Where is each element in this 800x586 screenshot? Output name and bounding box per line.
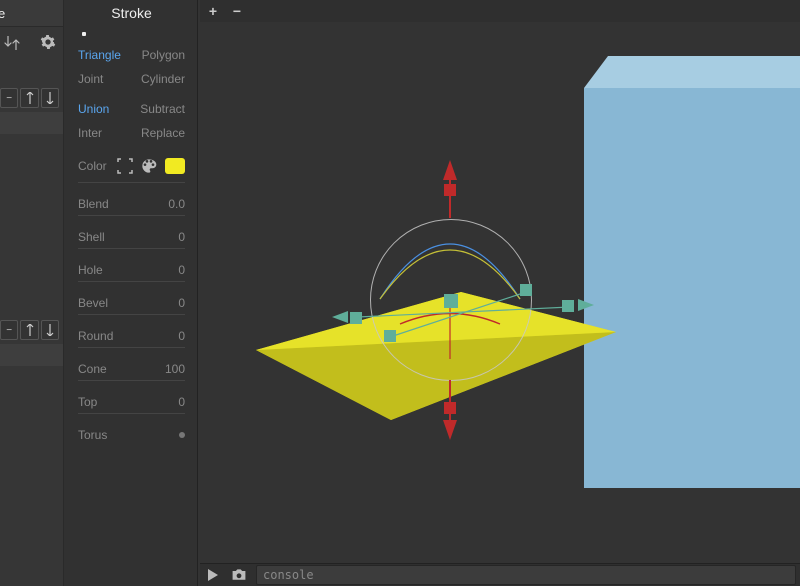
minus-button[interactable]: − — [0, 88, 18, 108]
param-blend[interactable]: Blend 0.0 — [78, 197, 185, 216]
panel-title: Stroke — [78, 0, 185, 26]
param-label: Hole — [78, 263, 103, 277]
shape-triangle[interactable]: Triangle — [78, 48, 121, 62]
param-value: 100 — [165, 362, 185, 376]
move-up-button[interactable] — [20, 88, 38, 108]
param-value: 0 — [178, 230, 185, 244]
move-up-button[interactable] — [20, 320, 38, 340]
gizmo-axis-x-handle-right[interactable] — [562, 300, 574, 312]
sort-swap-icon[interactable] — [2, 36, 22, 56]
play-icon[interactable] — [200, 564, 226, 586]
scene-panel: e − − — [0, 0, 64, 586]
color-swatch[interactable] — [165, 158, 185, 174]
move-down-button[interactable] — [41, 88, 59, 108]
param-cone[interactable]: Cone 100 — [78, 362, 185, 381]
param-label: Round — [78, 329, 113, 343]
shape-cylinder[interactable]: Cylinder — [141, 72, 185, 86]
param-value — [179, 432, 185, 438]
gear-icon[interactable] — [38, 34, 58, 54]
bool-subtract[interactable]: Subtract — [140, 102, 185, 116]
param-label: Cone — [78, 362, 107, 376]
param-label: Shell — [78, 230, 105, 244]
shape-joint[interactable]: Joint — [78, 72, 103, 86]
param-value: 0 — [178, 329, 185, 343]
gizmo-center-handle[interactable] — [444, 294, 458, 308]
list-controls-1: − — [0, 88, 63, 110]
list-controls-2: − — [0, 320, 63, 342]
gizmo-axis-y-arrow-up — [443, 160, 457, 180]
param-top[interactable]: Top 0 — [78, 395, 185, 414]
param-shell[interactable]: Shell 0 — [78, 230, 185, 249]
param-value: 0 — [178, 263, 185, 277]
param-bevel[interactable]: Bevel 0 — [78, 296, 185, 315]
bool-union[interactable]: Union — [78, 102, 109, 116]
viewport-toolbar: + − — [200, 0, 800, 23]
gizmo-axis-y-arrow-down — [443, 420, 457, 440]
param-value: 0 — [178, 296, 185, 310]
scene-cube-top — [608, 56, 800, 88]
gizmo-axis-right-arrow — [578, 299, 594, 311]
param-hole[interactable]: Hole 0 — [78, 263, 185, 282]
shape-polygon[interactable]: Polygon — [142, 48, 185, 62]
stroke-panel: Stroke Triangle Polygon Joint Cylinder U… — [64, 0, 198, 586]
minus-button[interactable]: − — [0, 320, 18, 340]
param-label: Torus — [78, 428, 107, 442]
param-label: Bevel — [78, 296, 108, 310]
gizmo-axis-y-handle-top[interactable] — [444, 184, 456, 196]
param-torus[interactable]: Torus — [78, 428, 185, 442]
gizmo-axis-left-arrow — [332, 311, 348, 323]
status-bar: console — [200, 563, 800, 586]
color-select-icon[interactable] — [117, 158, 133, 174]
param-label: Blend — [78, 197, 109, 211]
gizmo-axis-z-handle-back[interactable] — [520, 284, 532, 296]
console-placeholder: console — [263, 568, 314, 582]
gizmo-axis-y-bottom[interactable] — [449, 380, 451, 420]
palette-icon[interactable] — [141, 158, 157, 174]
gizmo-axis-y-handle-bottom[interactable] — [444, 402, 456, 414]
color-label: Color — [78, 159, 107, 173]
param-label: Top — [78, 395, 97, 409]
gizmo-axis-x-handle-left[interactable] — [350, 312, 362, 324]
console-input[interactable]: console — [256, 565, 796, 585]
move-down-button[interactable] — [41, 320, 59, 340]
param-value: 0.0 — [168, 197, 185, 211]
add-button[interactable]: + — [206, 4, 220, 18]
param-round[interactable]: Round 0 — [78, 329, 185, 348]
bool-inter[interactable]: Inter — [78, 126, 102, 140]
remove-button[interactable]: − — [230, 4, 244, 18]
scene-cube-face — [584, 88, 800, 488]
list-slot-1[interactable] — [0, 112, 63, 134]
gizmo-axis-z-handle-front[interactable] — [384, 330, 396, 342]
3d-viewport[interactable]: Pers — [200, 22, 800, 564]
list-slot-2[interactable] — [0, 344, 63, 366]
scene-panel-title-fragment: e — [0, 6, 5, 21]
param-value: 0 — [178, 395, 185, 409]
scene-panel-header: e — [0, 0, 63, 27]
active-indicator-icon — [82, 32, 86, 36]
bool-replace[interactable]: Replace — [141, 126, 185, 140]
camera-icon[interactable] — [226, 564, 252, 586]
